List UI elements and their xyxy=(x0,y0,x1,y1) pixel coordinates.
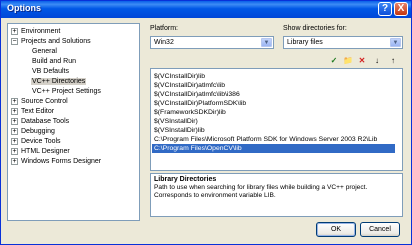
tree-item-label: Debugging xyxy=(21,128,55,135)
tree-item-label: Windows Forms Designer xyxy=(21,158,102,165)
list-item[interactable]: $(VCInstallDir)atlmfc\lib xyxy=(154,81,225,90)
list-item[interactable]: $(VCInstallDir)PlatformSDK\lib xyxy=(154,99,246,108)
tree-item-label: Device Tools xyxy=(21,138,61,145)
move-down-icon[interactable]: ↓ xyxy=(371,55,383,67)
tree-item-label: Text Editor xyxy=(21,108,55,115)
platform-select[interactable]: Win32 ▼ xyxy=(150,36,274,49)
tree-item-label: Projects and Solutions xyxy=(21,38,91,45)
expand-icon[interactable]: + xyxy=(11,138,18,145)
delete-icon[interactable]: ✕ xyxy=(356,55,368,67)
tree-item-label: Database Tools xyxy=(21,118,70,125)
window-title: Options xyxy=(7,3,41,13)
chevron-down-icon[interactable]: ▼ xyxy=(261,38,272,47)
move-up-icon[interactable]: ↑ xyxy=(387,55,399,67)
description-title: Library Directories xyxy=(154,176,217,183)
list-item[interactable]: $(VSInstallDir)lib xyxy=(154,126,205,135)
list-item[interactable]: C:\Program Files\Microsoft Platform SDK … xyxy=(154,135,377,144)
collapse-icon[interactable]: − xyxy=(11,38,18,45)
expand-icon[interactable]: + xyxy=(11,158,18,165)
help-title-button[interactable]: ? xyxy=(378,2,392,16)
tree-item-label: VC++ Project Settings xyxy=(32,88,101,95)
expand-icon[interactable]: + xyxy=(11,108,18,115)
tree-item-vb-defaults[interactable]: VB Defaults xyxy=(31,67,70,76)
cancel-button[interactable]: Cancel xyxy=(360,222,400,237)
description-panel: Library Directories Path to use when sea… xyxy=(150,173,403,217)
new-folder-icon[interactable]: 📁 xyxy=(342,55,354,67)
expand-icon[interactable]: + xyxy=(11,28,18,35)
options-dialog: Options ? X + Environment − Projects and… xyxy=(0,0,412,245)
expand-icon[interactable]: + xyxy=(11,128,18,135)
tree-item-label: VC++ Directories xyxy=(31,78,87,85)
platform-value: Win32 xyxy=(154,39,174,46)
tree-item-label: Source Control xyxy=(21,98,68,105)
tree-item-vc-directories[interactable]: VC++ Directories xyxy=(31,77,87,86)
expand-icon[interactable]: + xyxy=(11,118,18,125)
check-icon[interactable]: ✓ xyxy=(328,55,340,67)
options-tree[interactable]: + Environment − Projects and Solutions G… xyxy=(7,23,140,221)
tree-item-general[interactable]: General xyxy=(31,47,58,56)
ok-button[interactable]: OK xyxy=(316,222,356,237)
tree-item-label: HTML Designer xyxy=(21,148,70,155)
list-item[interactable]: $(VCInstallDir)atlmfc\lib\i386 xyxy=(154,90,240,99)
show-directories-value: Library files xyxy=(287,39,323,46)
tree-item-label: General xyxy=(32,48,57,55)
tree-item-build-and-run[interactable]: Build and Run xyxy=(31,57,77,66)
show-directories-select[interactable]: Library files ▼ xyxy=(283,36,403,49)
list-item[interactable]: $(VCInstallDir)lib xyxy=(154,72,205,81)
close-button[interactable]: X xyxy=(394,2,408,16)
directory-list[interactable]: $(VCInstallDir)lib $(VCInstallDir)atlmfc… xyxy=(150,68,403,171)
tree-item-vc-project-settings[interactable]: VC++ Project Settings xyxy=(31,87,102,96)
chevron-down-icon[interactable]: ▼ xyxy=(390,38,401,47)
expand-icon[interactable]: + xyxy=(11,148,18,155)
show-directories-label: Show directories for: xyxy=(283,25,347,32)
platform-label: Platform: xyxy=(150,25,179,32)
list-item[interactable]: $(FrameworkSDKDir)lib xyxy=(154,108,226,117)
title-bar[interactable]: Options ? X xyxy=(1,1,411,18)
tree-item-label: Environment xyxy=(21,28,61,35)
tree-item-label: VB Defaults xyxy=(32,68,69,75)
expand-icon[interactable]: + xyxy=(11,98,18,105)
list-item-selected[interactable]: C:\Program Files\OpenCV\lib xyxy=(152,144,395,153)
tree-item-label: Build and Run xyxy=(32,58,76,65)
description-text: Path to use when searching for library f… xyxy=(154,184,368,199)
list-item[interactable]: $(VSInstallDir) xyxy=(154,117,198,126)
